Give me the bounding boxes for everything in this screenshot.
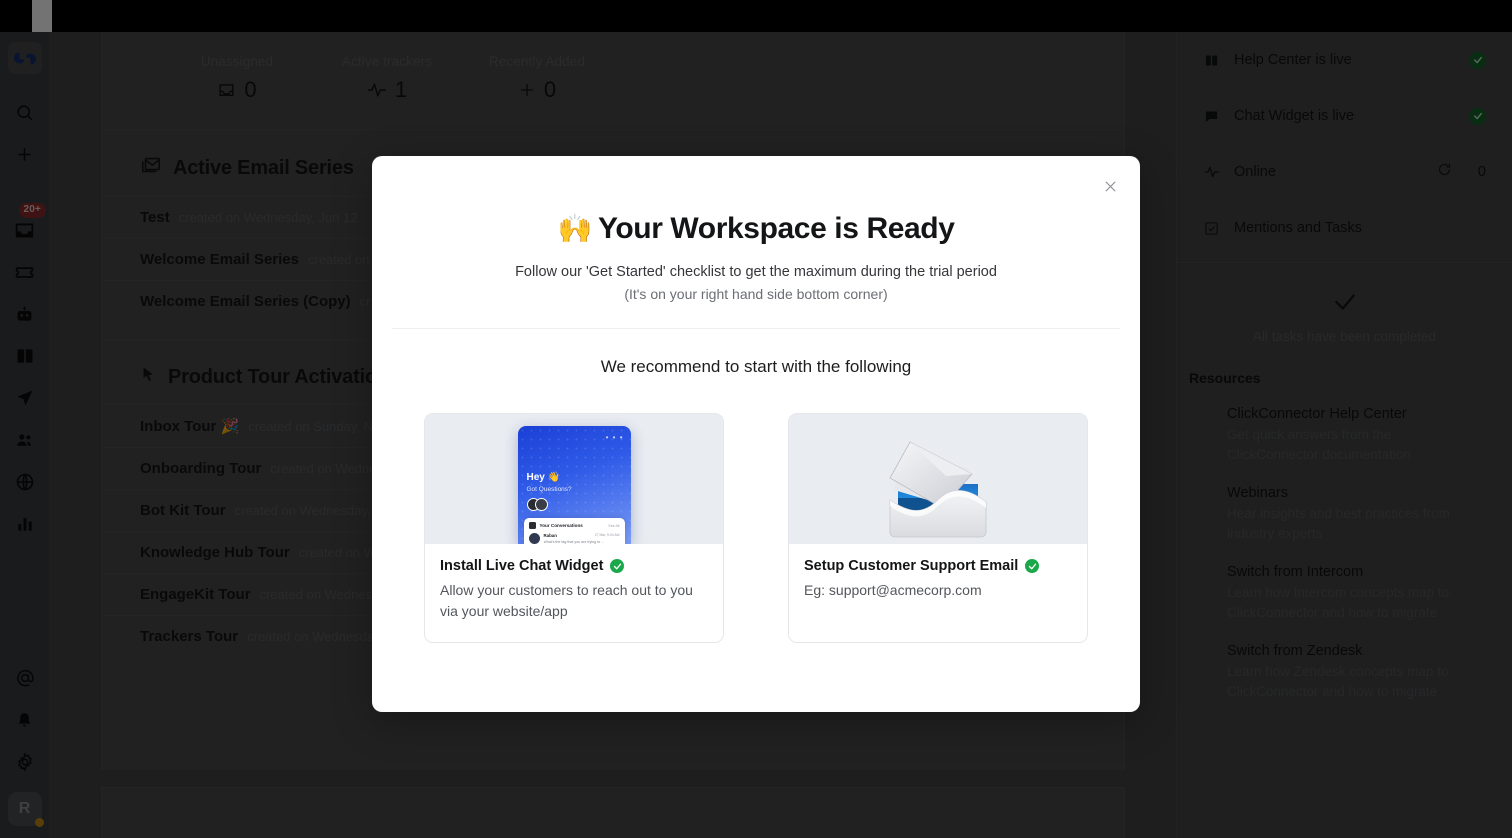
chat-widget-preview: • • • Hey 👋 Got Questions? Your Conversa… — [425, 414, 723, 544]
wave-emoji: 👋 — [547, 472, 561, 483]
chat-widget-mock: • • • Hey 👋 Got Questions? Your Conversa… — [517, 426, 631, 544]
card-title-text: Setup Customer Support Email — [804, 558, 1019, 574]
widget-greeting: Hey 👋 — [527, 472, 561, 483]
card-description: Eg: support@acmecorp.com — [804, 582, 982, 598]
conversation-item: 27 Mar, 9:04 AM Raban What's the tag tha… — [528, 533, 620, 544]
card-title: Setup Customer Support Email — [804, 558, 1072, 574]
page-title: 🙌 Your Workspace is Ready — [372, 156, 1140, 246]
widget-question: Got Questions? — [526, 486, 572, 493]
close-icon[interactable] — [1098, 174, 1122, 198]
modal-subtitle-secondary: (It's on your right hand side bottom cor… — [624, 286, 888, 302]
card-body: Setup Customer Support Email Eg: support… — [789, 544, 1087, 621]
card-install-live-chat-widget[interactable]: • • • Hey 👋 Got Questions? Your Conversa… — [424, 413, 724, 643]
divider — [392, 328, 1120, 329]
envelope-tray-illustration — [789, 414, 1087, 544]
card-title: Install Live Chat Widget — [440, 558, 708, 574]
greeting-text: Hey — [526, 472, 545, 483]
envelope-icon — [889, 441, 987, 538]
modal-recommend-text: We recommend to start with the following — [600, 357, 912, 376]
conversation-message: What's the tag that you are trying to ..… — [543, 540, 605, 544]
recommendation-cards: • • • Hey 👋 Got Questions? Your Conversa… — [372, 413, 1140, 643]
more-icon: • • • — [605, 433, 624, 442]
modal-subtitle: Follow our 'Get Started' checklist to ge… — [515, 264, 997, 280]
workspace-ready-modal: 🙌 Your Workspace is Ready Follow our 'Get… — [372, 156, 1140, 712]
agent-avatars — [526, 498, 548, 511]
conversation-time: 27 Mar, 9:04 AM — [594, 533, 620, 537]
card-setup-customer-support-email[interactable]: Setup Customer Support Email Eg: support… — [788, 413, 1088, 643]
conversation-content: 27 Mar, 9:04 AM Raban What's the tag tha… — [544, 533, 620, 544]
completed-badge — [1025, 559, 1040, 573]
panel-header: Your Conversations See All — [528, 522, 620, 529]
avatar — [528, 533, 540, 544]
completed-badge — [610, 559, 625, 573]
panel-title: Your Conversations — [539, 523, 583, 528]
card-description: Allow your customers to reach out to you… — [440, 582, 693, 619]
raised-hands-emoji: 🙌 — [557, 213, 593, 244]
conversations-panel: Your Conversations See All 27 Mar, 9:04 … — [523, 518, 625, 544]
modal-title-text: Your Workspace is Ready — [597, 212, 955, 245]
see-all-link: See All — [608, 523, 620, 528]
card-body: Install Live Chat Widget Allow your cust… — [425, 544, 723, 642]
card-title-text: Install Live Chat Widget — [440, 558, 604, 574]
app-root: Unassigned 0 Active trackers 1 — [0, 0, 1512, 838]
chat-icon — [528, 522, 536, 529]
